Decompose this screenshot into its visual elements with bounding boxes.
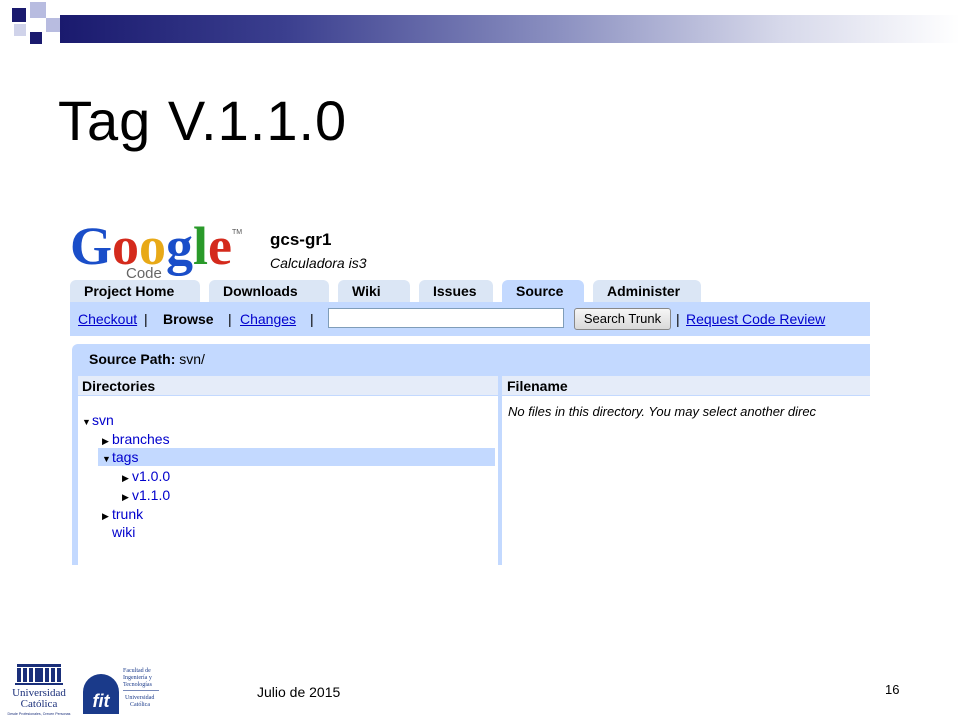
filename-header: Filename [502, 376, 870, 396]
logo-letter-e: e [208, 216, 232, 276]
tab-administer[interactable]: Administer [593, 280, 701, 302]
tree-item-label: wiki [112, 524, 136, 540]
tab-source[interactable]: Source [502, 280, 584, 302]
tab-downloads[interactable]: Downloads [209, 280, 329, 302]
deco-square-dark-1 [12, 8, 26, 22]
browse-label: Browse [163, 311, 214, 327]
tree-item-v1-0-0[interactable]: ▶ v1.0.0 [122, 467, 170, 485]
project-description: Calculadora is3 [270, 255, 367, 271]
expanded-triangle-icon[interactable]: ▼ [102, 450, 112, 468]
checkout-link[interactable]: Checkout [78, 311, 137, 327]
changes-link[interactable]: Changes [240, 311, 296, 327]
search-input[interactable] [328, 308, 564, 328]
subnav-separator-2: | [228, 311, 232, 327]
tree-item-label: svn [92, 412, 114, 428]
source-browser-panel: Source Path: svn/ Directories Filename N… [72, 344, 870, 565]
tree-item-tags[interactable]: ▼tags [98, 448, 495, 466]
google-code-screenshot: Google TM Code gcs-gr1 Calculadora is3 P… [60, 210, 870, 565]
tree-item-svn[interactable]: ▼svn [82, 411, 114, 429]
search-trunk-button[interactable]: Search Trunk [574, 308, 671, 330]
subnav-separator-3: | [310, 311, 314, 327]
uc-roof [17, 664, 61, 667]
fit-line5: Católica [130, 702, 150, 708]
project-name: gcs-gr1 [270, 230, 332, 249]
tree-item-label: v1.1.0 [132, 487, 171, 503]
browser-content: Directories Filename No files in this di… [78, 376, 870, 565]
collapsed-triangle-icon[interactable]: ▶ [102, 507, 112, 525]
page-number: 16 [885, 682, 900, 697]
request-code-review-link[interactable]: Request Code Review [686, 311, 825, 327]
tab-issues[interactable]: Issues [419, 280, 493, 302]
google-code-logo: Google TM Code [70, 216, 242, 282]
tree-item-v1-1-0[interactable]: ▶ v1.1.0 [122, 486, 170, 504]
expanded-triangle-icon[interactable]: ▼ [82, 413, 92, 431]
logo-letter-g2: g [166, 216, 193, 276]
subnav-separator-4: | [676, 311, 680, 327]
tree-item-trunk[interactable]: ▶ trunk [102, 505, 143, 523]
tree-item-label: trunk [112, 506, 144, 522]
deco-square-light-2 [46, 18, 60, 32]
fit-line1: Facultad de [123, 668, 151, 674]
slide-header-bar [60, 15, 960, 43]
fit-line2: Ingeniería y [123, 675, 152, 681]
logo-letter-l: l [193, 216, 208, 276]
tree-item-branches[interactable]: ▶ branches [102, 430, 170, 448]
tree-item-label: v1.0.0 [132, 468, 171, 484]
logo-tm: TM [232, 229, 242, 236]
tree-item-wiki[interactable]: wiki [112, 523, 135, 541]
subnav-separator-1: | [144, 311, 148, 327]
universidad-catolica-logo: Universidad Católica Desde Profesionales… [8, 664, 71, 716]
fit-mark: fit [93, 691, 111, 711]
main-tabs: Project Home Downloads Wiki Issues Sourc… [70, 280, 710, 302]
subnav-gap [70, 336, 870, 344]
empty-directory-message: No files in this directory. You may sele… [508, 404, 817, 419]
tree-item-label: tags [112, 449, 139, 465]
source-path-label: Source Path: [89, 351, 176, 367]
slide-title: Tag V.1.1.0 [58, 89, 348, 152]
deco-square-light-1 [30, 2, 46, 18]
tab-wiki[interactable]: Wiki [338, 280, 410, 302]
logo-letter-g1: G [70, 216, 112, 276]
fit-line4: Universidad [125, 695, 154, 701]
collapsed-triangle-icon[interactable]: ▶ [122, 488, 132, 506]
deco-square-dark-2 [30, 32, 42, 44]
footer-date: Julio de 2015 [257, 684, 341, 700]
source-path: Source Path: svn/ [89, 351, 205, 367]
tree-item-label: branches [112, 431, 170, 447]
deco-square-light-3 [14, 24, 26, 36]
source-path-value: svn/ [179, 351, 205, 367]
source-subnav-bar: Checkout | Browse | Changes | Search Tru… [70, 302, 870, 336]
pane-divider[interactable] [498, 376, 502, 565]
fit-line3: Tecnologías [123, 682, 153, 688]
uc-line3: Desde Profesionales, Crecen Personas [8, 712, 71, 716]
collapsed-triangle-icon[interactable]: ▶ [122, 469, 132, 487]
tab-project-home[interactable]: Project Home [70, 280, 200, 302]
uc-line2: Católica [21, 698, 58, 710]
facultad-fit-logo: fit Facultad de Ingeniería y Tecnologías… [83, 668, 159, 714]
directories-header: Directories [78, 376, 498, 396]
